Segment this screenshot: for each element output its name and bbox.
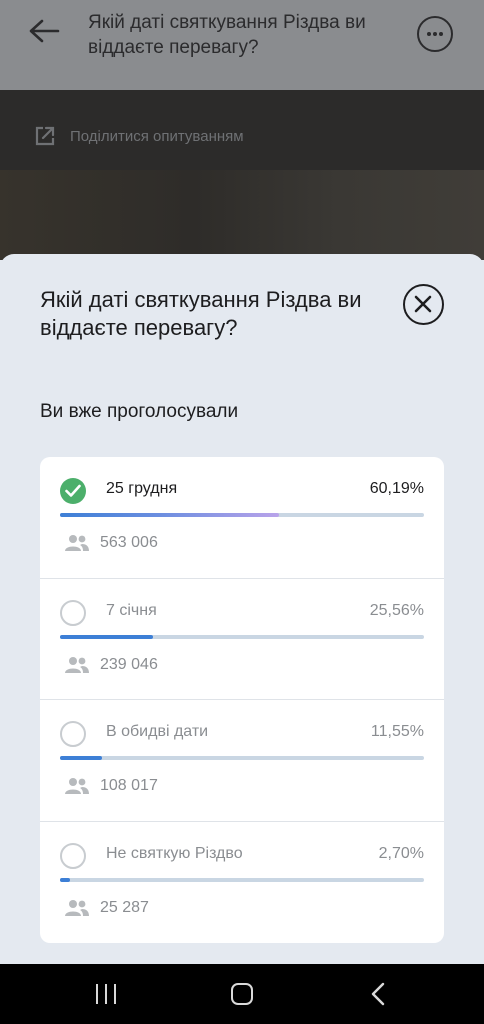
option-label: 7 січня <box>106 601 157 619</box>
poll-results-sheet: Якій даті святкування Різдва ви віддаєте… <box>0 254 484 964</box>
article-photo <box>0 170 484 260</box>
progress-track <box>60 634 424 639</box>
progress-track <box>60 513 424 517</box>
people-icon <box>65 535 89 551</box>
nav-back-icon[interactable] <box>368 982 388 1006</box>
option-percent: 2,70% <box>378 844 424 862</box>
option-percent: 25,56% <box>369 601 424 619</box>
home-icon[interactable] <box>231 983 253 1005</box>
vote-count: 563 006 <box>100 534 158 551</box>
progress-fill <box>60 634 154 639</box>
poll-options-card: 25 грудня 60,19% 563 006 7 січня 25,56% … <box>40 457 444 943</box>
radio-icon <box>60 599 86 626</box>
poll-option[interactable]: 25 грудня 60,19% 563 006 <box>40 457 444 579</box>
poll-option[interactable]: Не святкую Різдво 2,70% 25 287 <box>40 822 444 944</box>
progress-track <box>60 756 424 760</box>
vote-count: 25 287 <box>100 898 149 916</box>
option-percent: 11,55% <box>370 723 424 740</box>
people-icon <box>65 899 89 916</box>
vote-count: 239 046 <box>100 655 158 673</box>
share-poll-link[interactable]: Поділитися опитуванням <box>34 125 244 147</box>
system-nav-bar <box>0 964 484 1024</box>
arrow-left-icon[interactable] <box>28 18 60 44</box>
progress-fill <box>60 877 70 882</box>
people-icon <box>65 778 89 794</box>
poll-option[interactable]: В обидві дати 11,55% 108 017 <box>40 700 444 822</box>
share-external-icon <box>35 126 55 146</box>
people-icon <box>65 656 89 673</box>
option-percent: 60,19% <box>369 480 424 497</box>
radio-icon <box>60 842 86 869</box>
option-label: 25 грудня <box>106 480 178 497</box>
option-label: В обидві дати <box>106 723 209 740</box>
close-button[interactable] <box>403 284 444 325</box>
radio-icon <box>60 721 86 747</box>
poll-question: Якій даті святкування Різдва ви віддаєте… <box>40 287 362 340</box>
app-header: Якій даті святкування Різдва ви віддаєте… <box>0 0 484 90</box>
recents-icon[interactable] <box>96 984 118 1004</box>
progress-fill <box>60 513 280 517</box>
option-label: Не святкую Різдво <box>106 844 243 862</box>
article-background <box>0 90 484 260</box>
check-circle-icon <box>60 478 86 504</box>
share-poll-label: Поділитися опитуванням <box>70 127 244 145</box>
more-dots-icon[interactable] <box>417 16 453 52</box>
page-title: Якій даті святкування Різдва ви віддаєте… <box>88 12 366 58</box>
voted-status: Ви вже проголосували <box>40 401 239 422</box>
poll-option[interactable]: 7 січня 25,56% 239 046 <box>40 579 444 700</box>
progress-fill <box>60 756 103 760</box>
progress-track <box>60 877 424 882</box>
close-icon <box>414 295 432 313</box>
vote-count: 108 017 <box>100 777 158 794</box>
